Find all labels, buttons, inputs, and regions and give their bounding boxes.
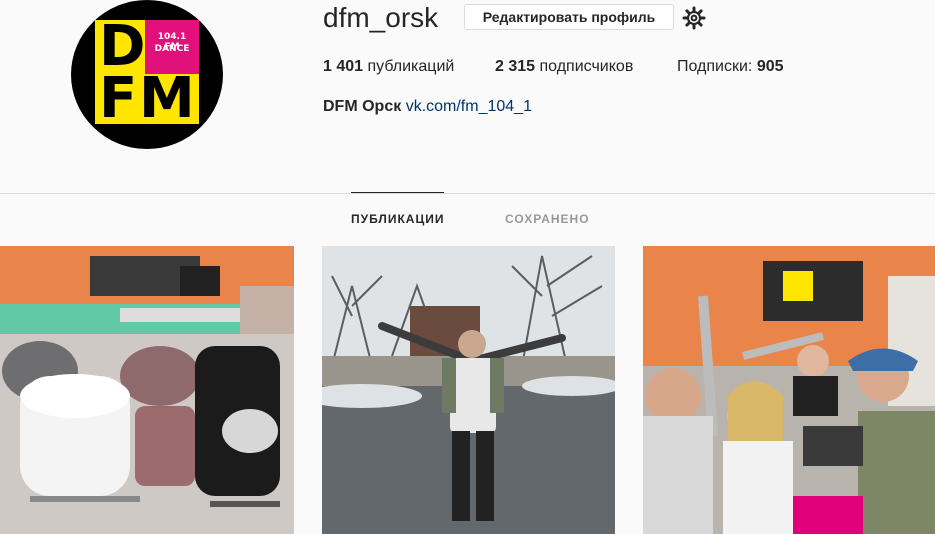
followers-count: 2 315 — [495, 58, 536, 75]
active-tab-indicator — [351, 192, 444, 193]
post-thumbnail-2[interactable] — [322, 246, 615, 534]
logo-badge-dance: DANCE — [154, 44, 190, 54]
tabs-divider — [0, 193, 935, 194]
tab-publications[interactable]: ПУБЛИКАЦИИ — [351, 212, 444, 226]
tab-saved[interactable]: СОХРАНЕНО — [505, 212, 590, 226]
edit-profile-button[interactable]: Редактировать профиль — [464, 4, 674, 30]
profile-bio: DFM Орск vk.com/fm_104_1 — [323, 98, 532, 116]
logo-letter-f: F — [99, 66, 138, 131]
profile-full-name: DFM Орск — [323, 98, 402, 115]
followers-label: подписчиков — [535, 58, 634, 75]
followers-stat[interactable]: 2 315 подписчиков — [495, 58, 633, 76]
following-label: Подписки: — [677, 58, 757, 75]
post-image-2 — [322, 246, 615, 534]
post-image-1 — [0, 246, 294, 534]
profile-avatar[interactable]: 104.1 FM DANCE D F M — [71, 0, 223, 149]
post-thumbnail-1[interactable] — [0, 246, 294, 534]
dfm-logo: 104.1 FM DANCE D F M — [93, 14, 201, 131]
profile-username: dfm_orsk — [323, 2, 439, 33]
following-count: 905 — [756, 58, 784, 75]
posts-count: 1 401 — [323, 58, 364, 75]
following-stat[interactable]: Подписки: 905 — [677, 58, 784, 76]
gear-icon[interactable] — [682, 6, 706, 30]
posts-label: публикаций — [363, 58, 455, 75]
post-thumbnail-3[interactable] — [643, 246, 935, 534]
posts-stat: 1 401 публикаций — [323, 58, 454, 76]
post-image-3 — [643, 246, 935, 534]
profile-link[interactable]: vk.com/fm_104_1 — [406, 98, 532, 115]
logo-letter-m: M — [139, 66, 195, 131]
